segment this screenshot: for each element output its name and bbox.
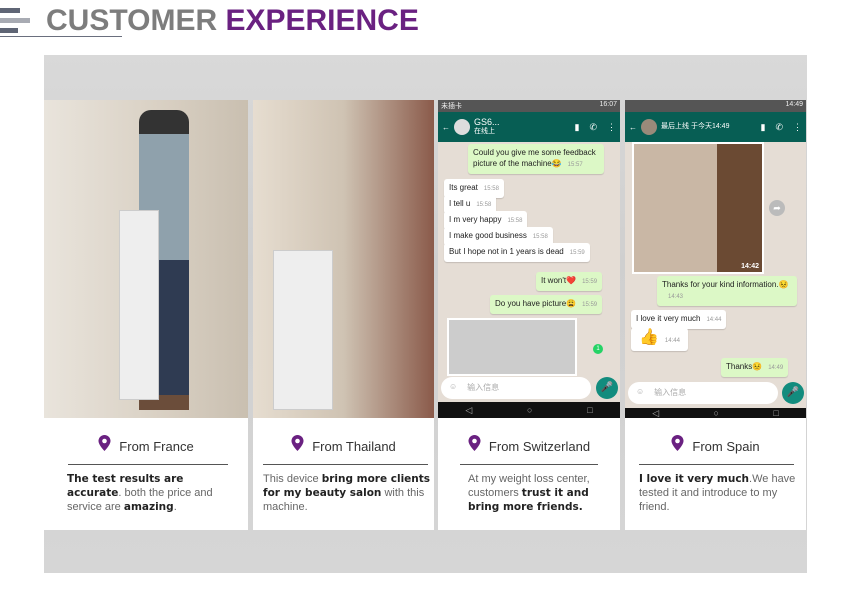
customer-photo	[44, 100, 248, 418]
testimonial-card-spain: 14:49 ← 最后上线 于今天14:49 ▮ ✆ ⋮ 14:42 ➦ Thanks f…	[625, 100, 806, 530]
sent-message: Thanks😣 14:49	[721, 358, 789, 377]
highlight-text: amazing	[123, 501, 174, 513]
location-label: From Spain	[692, 439, 760, 454]
header-bar-decoration	[0, 8, 20, 13]
testimonial-text: I love it very much.We have tested it an…	[639, 472, 804, 514]
divider	[460, 464, 598, 465]
location-label: From France	[119, 439, 194, 454]
message-time: 15:59	[582, 279, 598, 285]
testimonial-card-france: From France The test results are accurat…	[44, 100, 248, 530]
message-time: 14:43	[668, 294, 684, 300]
text-segment: .	[173, 501, 177, 513]
emoji-icon: ☺	[636, 387, 645, 396]
testimonial-text: At my weight loss center, customers trus…	[468, 472, 616, 514]
phone-icon: ✆	[775, 121, 783, 132]
unread-badge: 1	[593, 344, 603, 354]
phone-icon: ✆	[589, 121, 597, 132]
chat-screenshot: 未插卡 16:07 ← GS6... 在线上 ▮ ✆ ⋮ Could you give me…	[438, 100, 620, 418]
back-arrow-icon: ←	[442, 122, 450, 132]
caption: From France The test results are accurat…	[44, 418, 248, 530]
message-time: 15:58	[483, 186, 499, 192]
message-time: 15:58	[476, 202, 492, 208]
message-time: 15:59	[582, 302, 598, 308]
divider	[639, 464, 794, 465]
avatar	[641, 119, 657, 135]
location-label: From Thailand	[312, 439, 396, 454]
message-time: 14:44	[664, 338, 680, 344]
divider	[263, 464, 428, 465]
caption: From Spain I love it very much.We have t…	[625, 418, 806, 530]
message-input[interactable]: ☺ 输入信息	[441, 377, 591, 399]
chat-image	[447, 318, 577, 376]
chat-image: 14:42	[632, 142, 764, 274]
message-time: 15:58	[532, 234, 548, 240]
sent-message: It won't❤️ 15:59	[536, 272, 603, 291]
caption: From Thailand This device bring more cli…	[253, 418, 434, 530]
customer-photo	[253, 100, 434, 418]
location-pin-icon	[98, 435, 111, 451]
message-time: 15:58	[507, 218, 523, 224]
divider	[68, 464, 228, 465]
message-input[interactable]: ☺ 输入信息	[628, 382, 778, 404]
video-call-icon: ▮	[574, 121, 580, 132]
mic-button[interactable]: 🎤	[782, 382, 804, 404]
highlight-text: I love it very much	[639, 473, 750, 485]
testimonial-card-thailand: From Thailand This device bring more cli…	[253, 100, 434, 530]
received-message: But I hope not in 1 years is dead 15:59	[444, 243, 590, 262]
mic-button[interactable]: 🎤	[596, 377, 618, 399]
back-arrow-icon: ←	[629, 122, 637, 132]
sent-message: Thanks for your kind information.😣14:43	[657, 276, 797, 306]
location-pin-icon	[468, 435, 481, 451]
caption: From Switzerland At my weight loss cente…	[438, 418, 620, 530]
more-icon: ⋮	[607, 121, 616, 132]
android-nav-bar: ◁ ○ □	[438, 402, 620, 418]
page-title: CUSTOMER EXPERIENCE	[46, 4, 419, 37]
android-nav-bar: ◁ ○ □	[625, 408, 806, 418]
chat-screenshot: 14:49 ← 最后上线 于今天14:49 ▮ ✆ ⋮ 14:42 ➦ Thanks f…	[625, 100, 806, 418]
forward-icon[interactable]: ➦	[769, 200, 785, 216]
message-time: 15:59	[569, 250, 585, 256]
location-pin-icon	[671, 435, 684, 451]
testimonial-card-switzerland: 未插卡 16:07 ← GS6... 在线上 ▮ ✆ ⋮ Could you give me…	[438, 100, 620, 530]
sent-message: Do you have picture😩 15:59	[490, 295, 603, 314]
header-bar-decoration	[0, 18, 30, 23]
testimonial-text: The test results are accurate. both the …	[67, 472, 237, 514]
message-time: 14:44	[706, 317, 722, 323]
received-message: 👍 14:44	[631, 328, 688, 351]
location-label: From Switzerland	[488, 439, 591, 454]
testimonial-text: This device bring more clients for my be…	[263, 472, 431, 514]
message-time: 15:57	[567, 162, 583, 168]
text-segment: This device	[263, 473, 322, 485]
sent-message: Could you give me some feedback picture …	[468, 144, 604, 174]
video-call-icon: ▮	[760, 121, 766, 132]
avatar	[454, 119, 470, 135]
location-pin-icon	[291, 435, 304, 451]
received-message: I love it very much 14:44	[631, 310, 727, 329]
emoji-icon: ☺	[449, 382, 458, 391]
message-time: 14:49	[768, 365, 784, 371]
header-bar-decoration	[0, 28, 18, 33]
more-icon: ⋮	[793, 121, 802, 132]
title-underline	[0, 36, 122, 37]
